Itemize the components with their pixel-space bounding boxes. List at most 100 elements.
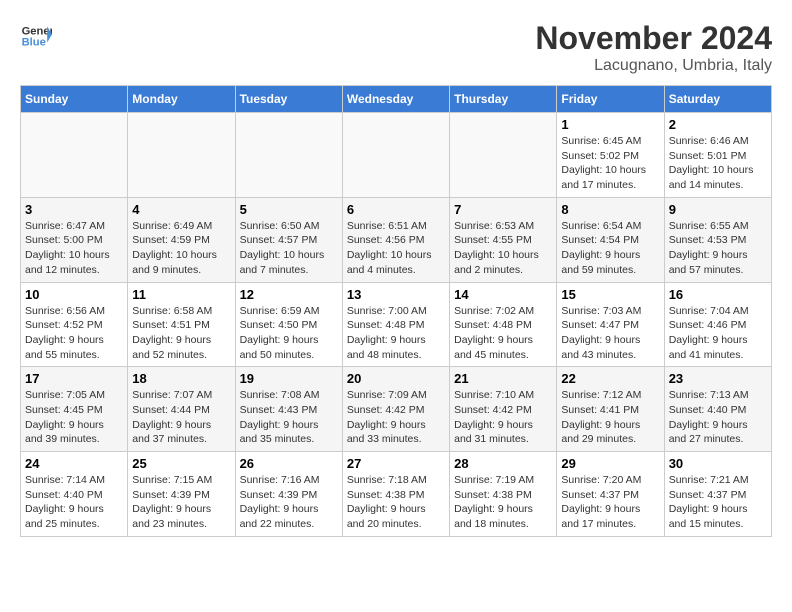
calendar-cell: 7 Sunrise: 6:53 AM Sunset: 4:55 PM Daylig…	[450, 197, 557, 282]
day-info: Sunrise: 6:59 AM Sunset: 4:50 PM Dayligh…	[240, 304, 338, 363]
day-info: Sunrise: 6:54 AM Sunset: 4:54 PM Dayligh…	[561, 219, 659, 278]
day-info: Sunrise: 7:10 AM Sunset: 4:42 PM Dayligh…	[454, 388, 552, 447]
day-info: Sunrise: 7:21 AM Sunset: 4:37 PM Dayligh…	[669, 473, 767, 532]
calendar-cell: 5 Sunrise: 6:50 AM Sunset: 4:57 PM Daylig…	[235, 197, 342, 282]
calendar-cell: 13 Sunrise: 7:00 AM Sunset: 4:48 PM Dayli…	[342, 282, 449, 367]
calendar-cell: 19 Sunrise: 7:08 AM Sunset: 4:43 PM Dayli…	[235, 367, 342, 452]
svg-text:Blue: Blue	[22, 37, 46, 49]
calendar-cell: 4 Sunrise: 6:49 AM Sunset: 4:59 PM Daylig…	[128, 197, 235, 282]
weekday-header-row: SundayMondayTuesdayWednesdayThursdayFrid…	[21, 86, 772, 113]
week-row-4: 24 Sunrise: 7:14 AM Sunset: 4:40 PM Dayli…	[21, 452, 772, 537]
calendar-cell: 25Sunrise: 7:15 AM Sunset: 4:39 PM Dayli…	[128, 452, 235, 537]
month-title: November 2024	[535, 20, 772, 57]
day-info: Sunrise: 6:47 AM Sunset: 5:00 PM Dayligh…	[25, 219, 123, 278]
day-info: Sunrise: 6:58 AM Sunset: 4:51 PM Dayligh…	[132, 304, 230, 363]
weekday-header-monday: Monday	[128, 86, 235, 113]
calendar-cell: 26Sunrise: 7:16 AM Sunset: 4:39 PM Dayli…	[235, 452, 342, 537]
day-info: Sunrise: 7:08 AM Sunset: 4:43 PM Dayligh…	[240, 388, 338, 447]
day-number: 30	[669, 456, 767, 471]
day-info: Sunrise: 7:02 AM Sunset: 4:48 PM Dayligh…	[454, 304, 552, 363]
week-row-2: 10Sunrise: 6:56 AM Sunset: 4:52 PM Dayli…	[21, 282, 772, 367]
calendar-cell: 11 Sunrise: 6:58 AM Sunset: 4:51 PM Dayli…	[128, 282, 235, 367]
weekday-header-friday: Friday	[557, 86, 664, 113]
day-number: 22	[561, 371, 659, 386]
day-number: 18	[132, 371, 230, 386]
calendar-cell: 1 Sunrise: 6:45 AM Sunset: 5:02 PM Daylig…	[557, 113, 664, 198]
day-number: 26	[240, 456, 338, 471]
calendar-cell	[128, 113, 235, 198]
weekday-header-sunday: Sunday	[21, 86, 128, 113]
logo: General Blue	[20, 20, 52, 52]
day-info: Sunrise: 7:19 AM Sunset: 4:38 PM Dayligh…	[454, 473, 552, 532]
day-number: 24	[25, 456, 123, 471]
day-info: Sunrise: 7:09 AM Sunset: 4:42 PM Dayligh…	[347, 388, 445, 447]
calendar-cell: 9 Sunrise: 6:55 AM Sunset: 4:53 PM Daylig…	[664, 197, 771, 282]
day-info: Sunrise: 6:45 AM Sunset: 5:02 PM Dayligh…	[561, 134, 659, 193]
day-number: 17	[25, 371, 123, 386]
calendar-table: SundayMondayTuesdayWednesdayThursdayFrid…	[20, 85, 772, 537]
day-number: 27	[347, 456, 445, 471]
day-info: Sunrise: 7:07 AM Sunset: 4:44 PM Dayligh…	[132, 388, 230, 447]
calendar-cell: 20 Sunrise: 7:09 AM Sunset: 4:42 PM Dayli…	[342, 367, 449, 452]
day-number: 1	[561, 117, 659, 132]
day-info: Sunrise: 6:55 AM Sunset: 4:53 PM Dayligh…	[669, 219, 767, 278]
day-info: Sunrise: 7:00 AM Sunset: 4:48 PM Dayligh…	[347, 304, 445, 363]
day-info: Sunrise: 7:13 AM Sunset: 4:40 PM Dayligh…	[669, 388, 767, 447]
day-number: 7	[454, 202, 552, 217]
day-info: Sunrise: 6:51 AM Sunset: 4:56 PM Dayligh…	[347, 219, 445, 278]
calendar-cell: 23 Sunrise: 7:13 AM Sunset: 4:40 PM Dayli…	[664, 367, 771, 452]
day-info: Sunrise: 7:05 AM Sunset: 4:45 PM Dayligh…	[25, 388, 123, 447]
calendar-cell: 17 Sunrise: 7:05 AM Sunset: 4:45 PM Dayli…	[21, 367, 128, 452]
calendar-cell: 15 Sunrise: 7:03 AM Sunset: 4:47 PM Dayli…	[557, 282, 664, 367]
day-info: Sunrise: 6:49 AM Sunset: 4:59 PM Dayligh…	[132, 219, 230, 278]
calendar-cell: 12 Sunrise: 6:59 AM Sunset: 4:50 PM Dayli…	[235, 282, 342, 367]
day-info: Sunrise: 6:46 AM Sunset: 5:01 PM Dayligh…	[669, 134, 767, 193]
day-number: 5	[240, 202, 338, 217]
weekday-header-saturday: Saturday	[664, 86, 771, 113]
calendar-cell: 24 Sunrise: 7:14 AM Sunset: 4:40 PM Dayli…	[21, 452, 128, 537]
calendar-cell: 29 Sunrise: 7:20 AM Sunset: 4:37 PM Dayli…	[557, 452, 664, 537]
day-number: 28	[454, 456, 552, 471]
day-info: Sunrise: 7:04 AM Sunset: 4:46 PM Dayligh…	[669, 304, 767, 363]
day-number: 4	[132, 202, 230, 217]
day-number: 15	[561, 287, 659, 302]
calendar-cell: 2 Sunrise: 6:46 AM Sunset: 5:01 PM Daylig…	[664, 113, 771, 198]
day-info: Sunrise: 7:03 AM Sunset: 4:47 PM Dayligh…	[561, 304, 659, 363]
weekday-header-thursday: Thursday	[450, 86, 557, 113]
weekday-header-tuesday: Tuesday	[235, 86, 342, 113]
day-info: Sunrise: 6:56 AM Sunset: 4:52 PM Dayligh…	[25, 304, 123, 363]
day-info: Sunrise: 7:20 AM Sunset: 4:37 PM Dayligh…	[561, 473, 659, 532]
week-row-1: 3 Sunrise: 6:47 AM Sunset: 5:00 PM Daylig…	[21, 197, 772, 282]
day-number: 13	[347, 287, 445, 302]
day-number: 19	[240, 371, 338, 386]
day-number: 23	[669, 371, 767, 386]
title-area: November 2024 Lacugnano, Umbria, Italy	[535, 20, 772, 75]
calendar-cell: 30 Sunrise: 7:21 AM Sunset: 4:37 PM Dayli…	[664, 452, 771, 537]
day-number: 11	[132, 287, 230, 302]
calendar-cell: 10Sunrise: 6:56 AM Sunset: 4:52 PM Dayli…	[21, 282, 128, 367]
calendar-cell: 14 Sunrise: 7:02 AM Sunset: 4:48 PM Dayli…	[450, 282, 557, 367]
day-number: 14	[454, 287, 552, 302]
calendar-cell: 16 Sunrise: 7:04 AM Sunset: 4:46 PM Dayli…	[664, 282, 771, 367]
day-info: Sunrise: 6:53 AM Sunset: 4:55 PM Dayligh…	[454, 219, 552, 278]
day-number: 16	[669, 287, 767, 302]
day-number: 20	[347, 371, 445, 386]
day-info: Sunrise: 7:14 AM Sunset: 4:40 PM Dayligh…	[25, 473, 123, 532]
day-number: 6	[347, 202, 445, 217]
day-number: 3	[25, 202, 123, 217]
calendar-cell: 8Sunrise: 6:54 AM Sunset: 4:54 PM Daylig…	[557, 197, 664, 282]
calendar-cell	[450, 113, 557, 198]
location-title: Lacugnano, Umbria, Italy	[535, 57, 772, 75]
day-info: Sunrise: 6:50 AM Sunset: 4:57 PM Dayligh…	[240, 219, 338, 278]
week-row-3: 17 Sunrise: 7:05 AM Sunset: 4:45 PM Dayli…	[21, 367, 772, 452]
day-number: 29	[561, 456, 659, 471]
day-number: 25	[132, 456, 230, 471]
day-info: Sunrise: 7:12 AM Sunset: 4:41 PM Dayligh…	[561, 388, 659, 447]
day-number: 2	[669, 117, 767, 132]
day-number: 12	[240, 287, 338, 302]
calendar-cell: 21Sunrise: 7:10 AM Sunset: 4:42 PM Dayli…	[450, 367, 557, 452]
day-number: 9	[669, 202, 767, 217]
day-info: Sunrise: 7:18 AM Sunset: 4:38 PM Dayligh…	[347, 473, 445, 532]
calendar-cell	[235, 113, 342, 198]
calendar-cell: 27 Sunrise: 7:18 AM Sunset: 4:38 PM Dayli…	[342, 452, 449, 537]
